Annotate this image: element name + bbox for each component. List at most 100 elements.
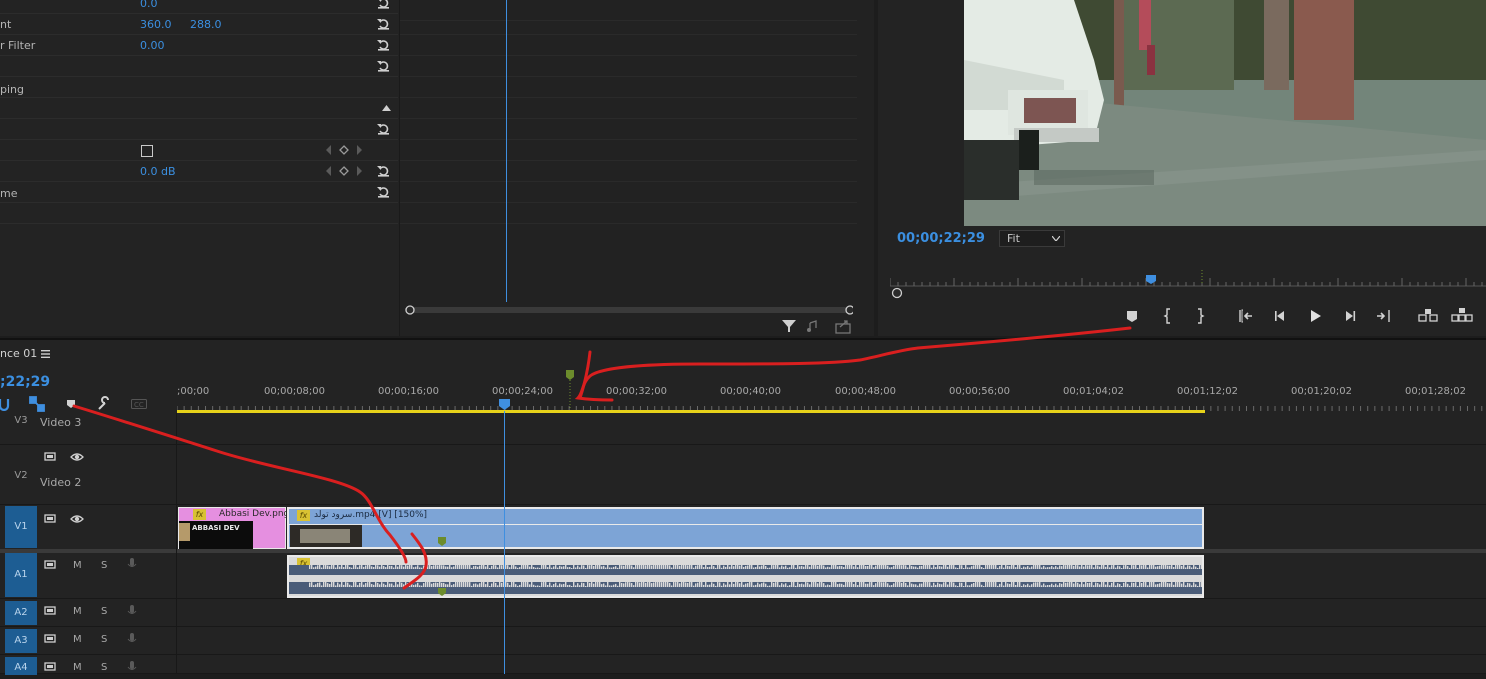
reset-icon[interactable] [377,0,390,9]
toggle-sync-lock-icon[interactable] [44,633,58,645]
effect-controls-timeline[interactable] [399,0,874,336]
reset-icon[interactable] [377,17,390,30]
chevron-down-icon [1052,236,1060,241]
video-clip[interactable]: fx سرود تولد.mp4 [V] [150%] [287,507,1204,549]
ec-row-anchor: nt 360.0 288.0 [0,14,398,35]
step-forward-icon[interactable] [1339,305,1361,327]
eye-icon[interactable] [70,513,84,525]
program-zoom-handle[interactable] [890,286,904,300]
reset-icon[interactable] [377,38,390,51]
audio-waveform [289,562,1202,594]
ec-zoom-scrollbar[interactable] [405,305,853,315]
ec-timeline-row [400,182,857,203]
ec-value[interactable]: 0.00 [140,39,165,52]
export-icon [835,320,851,334]
ec-label: r Filter [0,39,36,52]
snap-icon[interactable] [0,397,10,411]
program-time-ruler[interactable] [890,270,1486,290]
fx-badge[interactable]: fx [193,509,206,520]
filter-icon [782,320,796,332]
linked-selection-icon[interactable] [29,396,45,412]
add-marker-icon[interactable] [1121,305,1143,327]
toggle-sync-lock-icon[interactable] [44,513,58,525]
captions-icon[interactable]: CC [131,399,147,409]
ec-row: 0.0 [0,0,398,14]
toggle-sync-lock-icon[interactable] [44,451,58,463]
ec-value[interactable]: 360.0 [140,18,172,31]
ec-row-volume: me [0,182,398,203]
bypass-checkbox[interactable] [141,145,153,157]
ec-timeline-row [400,119,857,140]
microphone-icon[interactable] [125,558,139,570]
ec-row-filter: r Filter 0.00 [0,35,398,56]
eye-icon[interactable] [70,451,84,463]
mute-button[interactable]: M [73,606,82,617]
keyframe-nav-icon[interactable] [325,145,363,155]
toggle-sync-lock-icon[interactable] [44,661,58,673]
track-id[interactable]: V1 [5,506,37,548]
ruler-label: 00;01;12;02 [1177,386,1239,397]
track-header-divider [176,413,177,674]
mute-button[interactable]: M [73,560,82,571]
program-monitor-video[interactable] [964,0,1486,226]
add-marker-icon[interactable] [66,399,76,409]
go-to-out-icon[interactable] [1373,305,1395,327]
zoom-select[interactable]: Fit [999,230,1065,247]
program-timecode[interactable]: 00;00;22;29 [897,231,985,246]
mark-in-icon[interactable] [1158,305,1180,327]
toggle-sync-lock-icon[interactable] [44,605,58,617]
play-icon[interactable] [1304,305,1326,327]
track-id[interactable]: A1 [5,553,37,597]
go-to-in-icon[interactable] [1234,305,1256,327]
program-transport-controls [1115,305,1486,329]
lift-icon[interactable] [1417,305,1439,327]
fx-badge[interactable]: fx [297,510,310,521]
keyframe-nav-icon[interactable] [325,166,363,176]
microphone-icon[interactable] [125,605,139,617]
ec-value[interactable]: 0.0 dB [140,165,176,178]
sequence-marker[interactable] [564,370,576,410]
sequence-timecode[interactable]: ;22;29 [0,374,50,390]
timeline-toolbar: CC [0,396,160,412]
extract-icon[interactable] [1451,305,1473,327]
wrench-icon[interactable] [96,396,112,412]
clip-marker[interactable] [437,537,447,549]
step-back-icon[interactable] [1269,305,1291,327]
image-clip[interactable]: ABBASI DEV fx Abbasi Dev.png [178,507,289,549]
collapse-arrow-icon[interactable] [382,105,391,111]
effect-controls-panel: 0.0 nt 360.0 288.0 r Filter 0.00 ping 0.… [0,0,874,336]
reset-icon[interactable] [377,122,390,135]
ec-playhead-line[interactable] [506,0,507,302]
ec-label: me [0,187,18,200]
track-id[interactable]: A3 [5,629,37,653]
audio-clip[interactable]: fx [287,555,1204,598]
reset-icon[interactable] [377,164,390,177]
mute-button[interactable]: M [73,662,82,673]
microphone-icon[interactable] [125,633,139,645]
track-id[interactable]: A4 [5,657,37,675]
reset-icon[interactable] [377,59,390,72]
track-v3: V3 Video 3 [0,413,1486,445]
solo-button[interactable]: S [101,606,107,617]
mark-out-icon[interactable] [1189,305,1211,327]
ec-row [0,119,398,140]
panel-menu-icon[interactable] [41,350,50,358]
ec-timeline-row [400,77,857,98]
reset-icon[interactable] [377,185,390,198]
mute-button[interactable]: M [73,634,82,645]
solo-button[interactable]: S [101,662,107,673]
sequence-tab[interactable]: nce 01 [0,347,37,360]
timeline-playhead-line[interactable] [504,411,505,674]
track-id[interactable]: A2 [5,601,37,625]
solo-button[interactable]: S [101,560,107,571]
solo-button[interactable]: S [101,634,107,645]
toggle-sync-lock-icon[interactable] [44,559,58,571]
ec-row [0,98,398,119]
track-id[interactable]: V2 [5,467,37,485]
ec-value[interactable]: 288.0 [190,18,222,31]
clip-marker[interactable] [437,588,447,598]
ec-value[interactable]: 0.0 [140,0,158,10]
timeline-playhead-handle[interactable] [498,399,511,411]
track-id[interactable]: V3 [5,415,37,431]
microphone-icon[interactable] [125,661,139,673]
